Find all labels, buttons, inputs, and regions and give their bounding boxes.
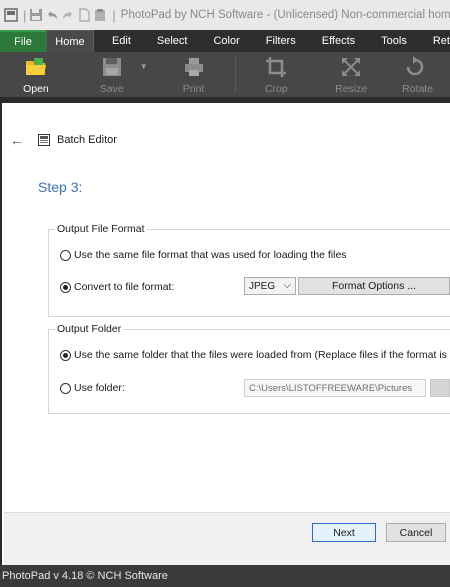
tab-effects[interactable]: Effects: [309, 30, 368, 52]
status-text: PhotoPad v 4.18 © NCH Software: [2, 570, 168, 582]
window-title: PhotoPad by NCH Software - (Unlicensed) …: [120, 9, 450, 21]
same-format-radio[interactable]: [60, 249, 71, 261]
resize-arrows-icon: [338, 55, 364, 79]
use-folder-option[interactable]: Use folder:: [60, 382, 125, 394]
title-separator: |: [112, 7, 116, 23]
save-button[interactable]: Save ▼: [72, 52, 152, 97]
dialog-footer: [4, 512, 450, 565]
app-icon: [4, 7, 18, 23]
cancel-button[interactable]: Cancel: [386, 523, 446, 542]
convert-format-label: Convert to file format:: [74, 281, 175, 293]
tab-filters[interactable]: Filters: [253, 30, 309, 52]
status-bar: PhotoPad v 4.18 © NCH Software: [0, 565, 450, 587]
tab-select[interactable]: Select: [144, 30, 201, 52]
open-folder-icon: [23, 55, 49, 79]
use-folder-label: Use folder:: [74, 382, 125, 394]
output-folder-group: Output Folder: [48, 323, 450, 414]
dialog-content: ← Batch Editor Step 3: Output File Forma…: [2, 103, 450, 565]
redo-icon[interactable]: [61, 7, 75, 23]
same-format-option[interactable]: Use the same file format that was used f…: [60, 249, 347, 261]
crop-button[interactable]: Crop: [236, 52, 316, 97]
crop-icon: [263, 55, 289, 79]
rotate-button[interactable]: Rotate: [386, 52, 450, 97]
convert-format-option[interactable]: Convert to file format:: [60, 281, 174, 293]
file-format-select[interactable]: JPEG ⌵: [244, 277, 296, 295]
step-title: Step 3:: [38, 179, 83, 195]
tab-file[interactable]: File: [0, 30, 46, 52]
tab-edit[interactable]: Edit: [94, 30, 144, 52]
open-button[interactable]: Open: [0, 52, 72, 97]
undo-icon[interactable]: [45, 7, 59, 23]
same-folder-radio[interactable]: [60, 349, 71, 361]
title-bar: | | PhotoPad by NCH Software - (Unlicens…: [0, 0, 450, 30]
tab-color[interactable]: Color: [200, 30, 252, 52]
print-button[interactable]: Print: [152, 52, 236, 97]
chevron-down-icon: ⌵: [283, 280, 291, 291]
save-dropdown-arrow-icon[interactable]: ▼: [140, 62, 148, 71]
printer-icon: [181, 55, 207, 79]
ribbon-toolbar: Open Save ▼ Print Crop Resize Rotate: [0, 52, 450, 97]
rotate-icon: [402, 55, 428, 79]
use-folder-radio[interactable]: [60, 382, 71, 394]
tab-tools[interactable]: Tools: [368, 30, 420, 52]
quick-save-icon[interactable]: [29, 7, 43, 23]
breadcrumb: Batch Editor: [57, 134, 117, 146]
title-separator: |: [23, 7, 27, 23]
floppy-disk-icon: [99, 55, 125, 79]
resize-button[interactable]: Resize: [316, 52, 386, 97]
menu-tab-bar: File Home Edit Select Color Filters Effe…: [0, 30, 450, 52]
convert-format-radio[interactable]: [60, 281, 71, 293]
batch-editor-icon: [38, 134, 50, 146]
same-folder-option[interactable]: Use the same folder that the files were …: [60, 349, 450, 361]
batch-editor-dialog: ← Batch Editor Step 3: Output File Forma…: [0, 97, 450, 565]
file-format-value: JPEG: [249, 280, 276, 292]
next-button[interactable]: Next: [312, 523, 376, 542]
tab-retouch[interactable]: Ret: [420, 30, 450, 52]
paste-icon[interactable]: [93, 7, 107, 23]
browse-folder-button[interactable]: [430, 379, 450, 397]
output-folder-legend: Output Folder: [55, 323, 124, 335]
output-file-format-group: Output File Format: [48, 223, 450, 317]
new-document-icon[interactable]: [77, 7, 91, 23]
same-format-label: Use the same file format that was used f…: [74, 249, 347, 261]
tab-home[interactable]: Home: [45, 30, 94, 52]
back-arrow-icon[interactable]: ←: [10, 132, 24, 148]
output-file-format-legend: Output File Format: [55, 223, 147, 235]
folder-path-input[interactable]: C:\Users\LISTOFFREEWARE\Pictures: [244, 379, 426, 397]
same-folder-label: Use the same folder that the files were …: [74, 349, 450, 361]
format-options-button[interactable]: Format Options ...: [298, 277, 450, 295]
